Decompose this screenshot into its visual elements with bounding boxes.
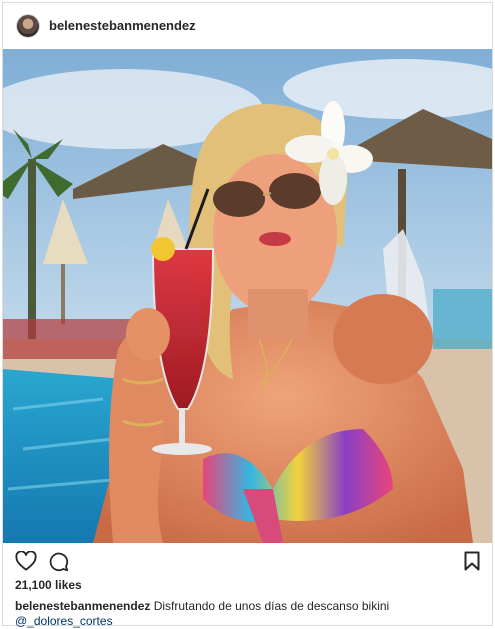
- bookmark-icon: [464, 551, 480, 571]
- avatar[interactable]: [16, 13, 40, 38]
- action-bar: [15, 550, 480, 576]
- save-button[interactable]: [464, 551, 480, 576]
- comment-button[interactable]: [48, 551, 69, 577]
- caption-text: Disfrutando de unos días de descanso bik…: [153, 599, 390, 613]
- heart-outline-icon: [15, 550, 37, 571]
- post-photo[interactable]: [3, 49, 492, 543]
- caption-username[interactable]: belenestebanmenendez: [15, 599, 150, 613]
- speech-bubble-icon: [49, 552, 69, 572]
- post-username[interactable]: belenestebanmenendez: [49, 18, 196, 33]
- post-caption: belenestebanmenendez Disfrutando de unos…: [15, 599, 485, 629]
- like-button[interactable]: [15, 550, 37, 576]
- caption-mention[interactable]: @_dolores_cortes: [15, 614, 485, 629]
- post-card: belenestebanmenendez 21,100 likes belene…: [2, 2, 493, 629]
- post-header: belenestebanmenendez: [3, 3, 492, 48]
- likes-count[interactable]: 21,100 likes: [15, 578, 82, 592]
- photo-illustration: [3, 49, 492, 543]
